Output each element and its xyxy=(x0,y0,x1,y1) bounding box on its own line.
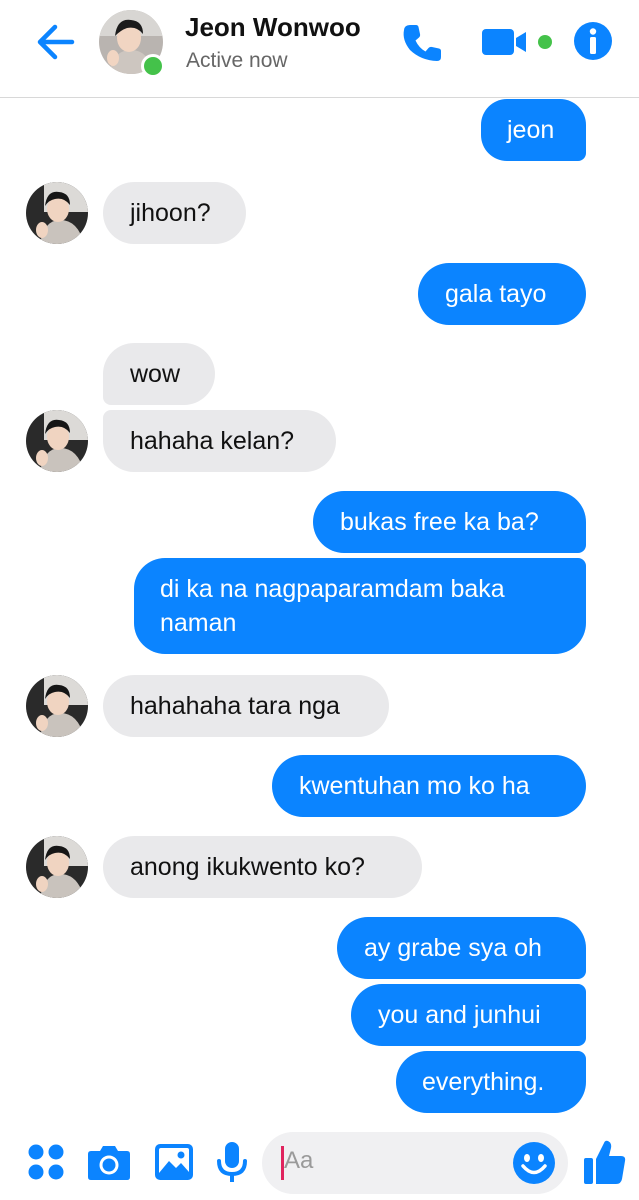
message-bubble-outgoing[interactable]: bukas free ka ba? xyxy=(313,491,586,553)
contact-name[interactable]: Jeon Wonwoo xyxy=(185,12,361,43)
phone-icon xyxy=(403,25,441,61)
apps-button[interactable] xyxy=(24,1140,68,1184)
thumbs-up-icon xyxy=(584,1140,626,1184)
message-bubble-incoming[interactable]: wow xyxy=(103,343,215,405)
message-composer: Aa xyxy=(0,1130,639,1200)
message-bubble-outgoing[interactable]: di ka na nagpaparamdam baka naman xyxy=(134,558,586,654)
gallery-button[interactable] xyxy=(152,1140,196,1184)
voice-clip-button[interactable] xyxy=(212,1140,252,1186)
active-status-dot xyxy=(141,54,165,78)
video-call-button[interactable] xyxy=(480,22,556,62)
image-icon xyxy=(155,1144,193,1180)
message-bubble-incoming[interactable]: hahaha kelan? xyxy=(103,410,336,472)
apps-icon xyxy=(28,1144,64,1180)
contact-avatar[interactable] xyxy=(99,10,165,78)
avatar-photo xyxy=(26,836,88,898)
message-bubble-outgoing[interactable]: you and junhui xyxy=(351,984,586,1046)
info-button[interactable] xyxy=(572,20,614,62)
microphone-icon xyxy=(217,1142,247,1182)
back-arrow-icon xyxy=(37,24,75,60)
video-camera-icon xyxy=(482,29,526,55)
avatar-photo xyxy=(26,410,88,472)
message-bubble-outgoing[interactable]: gala tayo xyxy=(418,263,586,325)
back-button[interactable] xyxy=(30,20,80,64)
message-input-placeholder: Aa xyxy=(284,1147,314,1174)
chat-header: Jeon Wonwoo Active now xyxy=(0,0,639,98)
contact-avatar-small[interactable] xyxy=(26,410,88,472)
message-bubble-incoming[interactable]: jihoon? xyxy=(103,182,246,244)
contact-avatar-small[interactable] xyxy=(26,675,88,737)
like-button[interactable] xyxy=(582,1136,628,1188)
message-bubble-outgoing[interactable]: everything. xyxy=(396,1051,586,1113)
contact-avatar-small[interactable] xyxy=(26,182,88,244)
contact-status: Active now xyxy=(186,49,288,72)
video-active-dot xyxy=(538,35,552,49)
message-thread[interactable]: jeon jihoon? gala tayo wow hahaha kelan?… xyxy=(0,98,639,1130)
message-bubble-outgoing[interactable]: kwentuhan mo ko ha xyxy=(272,755,586,817)
message-bubble-incoming[interactable]: hahahaha tara nga xyxy=(103,675,389,737)
camera-button[interactable] xyxy=(86,1140,132,1184)
message-input[interactable]: Aa xyxy=(262,1132,568,1194)
message-bubble-outgoing[interactable]: jeon xyxy=(481,99,586,161)
avatar-photo xyxy=(26,182,88,244)
message-bubble-incoming[interactable]: anong ikukwento ko? xyxy=(103,836,422,898)
voice-call-button[interactable] xyxy=(398,20,446,66)
info-icon xyxy=(574,22,612,60)
contact-avatar-small[interactable] xyxy=(26,836,88,898)
avatar-photo xyxy=(26,675,88,737)
emoji-button[interactable] xyxy=(512,1141,556,1185)
message-bubble-outgoing[interactable]: ay grabe sya oh xyxy=(337,917,586,979)
camera-icon xyxy=(88,1146,130,1180)
emoji-icon xyxy=(513,1142,555,1184)
